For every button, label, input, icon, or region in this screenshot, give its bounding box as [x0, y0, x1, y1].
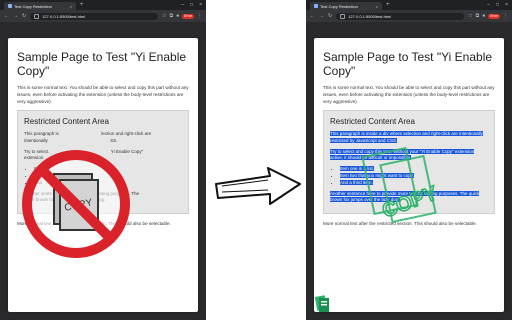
star-icon[interactable]: ☆ [468, 13, 472, 19]
arrow-icon [215, 167, 301, 205]
site-info-icon[interactable] [34, 13, 40, 19]
minimize-icon[interactable]: – [487, 2, 490, 8]
window-controls: – □ × [181, 2, 206, 8]
profile-icon[interactable]: ● [176, 13, 179, 19]
new-tab-icon[interactable]: + [386, 2, 390, 8]
maximize-icon[interactable]: □ [496, 2, 499, 8]
page-title: Sample Page to Test "Yi Enable Copy" [17, 50, 187, 78]
tab-bar: Test Copy Restriction × + – □ × [306, 0, 512, 10]
browser-tab[interactable]: Test Copy Restriction × [4, 2, 76, 10]
copy-stamp-icon: COPY [361, 146, 442, 223]
error-badge[interactable]: Error [182, 13, 194, 19]
maximize-icon[interactable]: □ [190, 2, 193, 8]
page-favicon-icon [314, 4, 318, 8]
menu-icon[interactable]: ⋮ [503, 13, 508, 19]
new-tab-icon[interactable]: + [80, 2, 84, 8]
close-window-icon[interactable]: × [199, 2, 202, 8]
restricted-paragraph-1: This paragraph is lection and right-clic… [24, 131, 182, 145]
intro-text: This is some normal text. You should be … [323, 85, 495, 104]
intro-text: This is some normal text. You should be … [17, 85, 189, 104]
copy-stamp-label: COPY [380, 182, 441, 222]
r-p1-line2-start: intentionally [24, 137, 48, 143]
toolbar-icons: ☆ ⧉ ● Error ⋮ [468, 13, 508, 19]
close-tab-icon[interactable]: × [376, 4, 378, 9]
reload-icon[interactable]: ↻ [22, 13, 26, 19]
browser-toolbar: ← → ↻ 127.0.0.1:5500/test.html ☆ ⧉ ● Err… [306, 10, 512, 22]
extension-logo-icon [314, 295, 329, 312]
close-window-icon[interactable]: × [505, 2, 508, 8]
toolbar-icons: ☆ ⧉ ● Error ⋮ [162, 13, 202, 19]
extensions-icon[interactable]: ⧉ [170, 13, 174, 19]
star-icon[interactable]: ☆ [162, 13, 166, 19]
menu-icon[interactable]: ⋮ [197, 13, 202, 19]
extensions-icon[interactable]: ⧉ [476, 13, 480, 19]
tab-title: Test Copy Restriction [320, 3, 358, 9]
back-icon[interactable]: ← [310, 13, 315, 19]
address-url: 127.0.0.1:5500/test.html [348, 13, 392, 19]
r-p1-end: lection and right-click are [101, 131, 152, 136]
restricted-title: Restricted Content Area [330, 117, 415, 126]
close-tab-icon[interactable]: × [70, 4, 72, 9]
forward-icon[interactable]: → [319, 13, 324, 19]
browser-tab[interactable]: Test Copy Restriction × [310, 2, 382, 10]
profile-icon[interactable]: ● [482, 13, 485, 19]
error-badge[interactable]: Error [488, 13, 500, 19]
restricted-title: Restricted Content Area [24, 117, 109, 126]
tab-bar: Test Copy Restriction × + – □ × [0, 0, 206, 10]
address-bar[interactable]: 127.0.0.1:5500/test.html [336, 12, 465, 20]
r-p1-start: This paragraph is [24, 131, 59, 136]
tab-title: Test Copy Restriction [14, 3, 52, 9]
address-url: 127.0.0.1:5500/test.html [42, 13, 86, 19]
page-favicon-icon [8, 4, 12, 8]
window-controls: – □ × [487, 2, 512, 8]
minimize-icon[interactable]: – [181, 2, 184, 8]
address-bar[interactable]: 127.0.0.1:5500/test.html [30, 12, 159, 20]
back-icon[interactable]: ← [4, 13, 9, 19]
page-title: Sample Page to Test "Yi Enable Copy" [323, 50, 493, 78]
forward-icon[interactable]: → [13, 13, 18, 19]
reload-icon[interactable]: ↻ [328, 13, 332, 19]
site-info-icon[interactable] [340, 13, 346, 19]
no-copy-icon: COPY [22, 150, 130, 258]
browser-toolbar: ← → ↻ 127.0.0.1:5500/test.html ☆ ⧉ ● Err… [0, 10, 206, 22]
r-p1-line2-end: SS. [110, 137, 118, 143]
